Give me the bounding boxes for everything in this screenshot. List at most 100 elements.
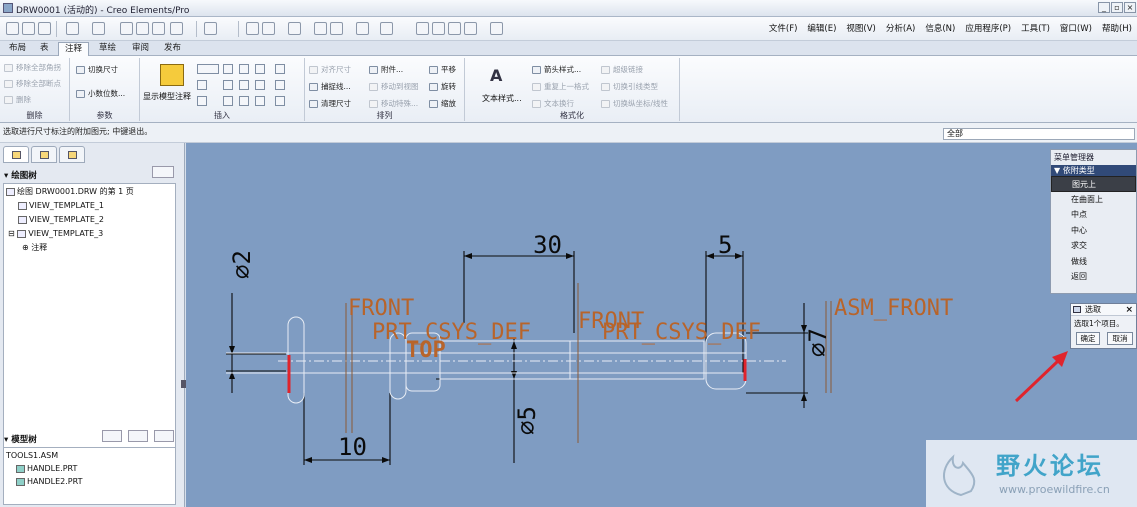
ordinate-icon[interactable]: [239, 64, 249, 74]
ok-button[interactable]: 确定: [1076, 332, 1100, 345]
dim-5[interactable]: 5: [718, 231, 732, 259]
drawing-tree-settings-icon[interactable]: [152, 166, 174, 178]
refit-icon[interactable]: [314, 22, 327, 35]
attach-button[interactable]: 附件...: [369, 64, 403, 76]
toggle-dims-button[interactable]: 切换尺寸: [76, 64, 118, 76]
tab-table[interactable]: 表: [34, 42, 55, 56]
arrow-style-button[interactable]: 箭头样式...: [532, 64, 581, 76]
minimize-button[interactable]: _: [1098, 2, 1110, 13]
cleanup-dims-button[interactable]: 清理尺寸: [309, 98, 351, 110]
geometric-tol-icon[interactable]: [275, 80, 285, 90]
datum-asm-front[interactable]: ASM_FRONT: [834, 296, 953, 321]
text-wrap-button[interactable]: 文本换行: [532, 98, 574, 110]
tab-review[interactable]: 审阅: [126, 42, 155, 56]
paste-icon[interactable]: [152, 22, 165, 35]
sheet-icon[interactable]: [288, 22, 301, 35]
dim-dia-5[interactable]: ⌀5: [513, 406, 541, 435]
tab-layout[interactable]: 布局: [3, 42, 32, 56]
menu-info[interactable]: 信息(N): [920, 21, 960, 37]
tree-item-view3[interactable]: ⊟ VIEW_TEMPLATE_3: [8, 228, 103, 240]
text-style-icon[interactable]: A: [490, 66, 510, 85]
menu-item-midpoint[interactable]: 中点: [1051, 207, 1136, 223]
surface-finish-icon[interactable]: [255, 64, 265, 74]
tab-publish[interactable]: 发布: [158, 42, 187, 56]
dimension-icon[interactable]: [197, 64, 219, 74]
save-icon[interactable]: [38, 22, 51, 35]
dim-10[interactable]: 10: [338, 433, 367, 461]
datum-points-icon[interactable]: [448, 22, 461, 35]
attach-type-header[interactable]: ▼ 依附类型: [1051, 165, 1136, 176]
redo-icon[interactable]: [92, 22, 105, 35]
datum-prt-csys-def[interactable]: PRT_CSYS_DEF: [372, 320, 531, 345]
weld-icon[interactable]: [275, 96, 285, 106]
coordinate-icon[interactable]: [239, 96, 249, 106]
find-icon[interactable]: [246, 22, 259, 35]
symbol-icon[interactable]: [239, 80, 249, 90]
undo-icon[interactable]: [66, 22, 79, 35]
tab-model-tree[interactable]: [3, 146, 29, 163]
datum-top[interactable]: TOP: [406, 338, 446, 363]
hyperlink-button[interactable]: 超级链接: [601, 64, 643, 76]
reference-dim-icon[interactable]: [197, 80, 207, 90]
table-icon[interactable]: [223, 80, 233, 90]
show-model-annotations-button[interactable]: 显示模型注释: [143, 91, 191, 102]
pan-button[interactable]: 平移: [429, 64, 456, 76]
menu-edit[interactable]: 编辑(E): [802, 21, 841, 37]
select-box-icon[interactable]: [262, 22, 275, 35]
menu-item-on-entity[interactable]: 图元上: [1051, 176, 1136, 192]
menu-item-center[interactable]: 中心: [1051, 223, 1136, 239]
close-icon[interactable]: ×: [1125, 304, 1133, 316]
leader-icon[interactable]: [255, 96, 265, 106]
model-tree-settings-icon[interactable]: [154, 430, 174, 442]
tab-sketch[interactable]: 草绘: [93, 42, 122, 56]
datum-axes-icon[interactable]: [432, 22, 445, 35]
remove-all-breaks-button[interactable]: 移除全部断点: [4, 78, 61, 90]
toggle-leader-type-button[interactable]: 切换引线类型: [601, 81, 658, 93]
text-style-button[interactable]: 文本样式...: [482, 93, 522, 104]
datum-front[interactable]: FRONT: [348, 296, 414, 321]
model-tree-filter-icon[interactable]: [128, 430, 148, 442]
csys-icon[interactable]: [464, 22, 477, 35]
move-to-view-button[interactable]: 移动到视图: [369, 81, 419, 93]
copy-icon[interactable]: [136, 22, 149, 35]
rotate-button[interactable]: 旋转: [429, 81, 456, 93]
menu-window[interactable]: 窗口(W): [1055, 21, 1097, 37]
new-icon[interactable]: [6, 22, 19, 35]
model-tree-show-icon[interactable]: [102, 430, 122, 442]
move-special-button[interactable]: 移动特殊...: [369, 98, 418, 110]
menu-applications[interactable]: 应用程序(P): [960, 21, 1016, 37]
menu-analysis[interactable]: 分析(A): [881, 21, 920, 37]
repeat-format-button[interactable]: 重复上一格式: [532, 81, 589, 93]
menu-item-on-surface[interactable]: 在曲面上: [1051, 192, 1136, 208]
toggle-ordinate-linear-button[interactable]: 切换纵坐标/线性: [601, 98, 668, 110]
tree-item-annotations[interactable]: ⊕ 注释: [22, 242, 47, 254]
help-icon[interactable]: [490, 22, 503, 35]
datum-planes-icon[interactable]: [416, 22, 429, 35]
menu-help[interactable]: 帮助(H): [1097, 21, 1137, 37]
target-icon[interactable]: [223, 96, 233, 106]
model-tree-item[interactable]: HANDLE.PRT: [16, 463, 77, 475]
model-tree-item[interactable]: HANDLE2.PRT: [16, 476, 82, 488]
angular-icon[interactable]: [197, 96, 207, 106]
restore-button[interactable]: ▫: [1111, 2, 1123, 13]
datum-prt-csys-def-2[interactable]: PRT_CSYS_DEF: [602, 320, 761, 345]
menu-item-make-line[interactable]: 做线: [1051, 254, 1136, 270]
tab-folder-browser[interactable]: [31, 146, 57, 163]
menu-item-return[interactable]: 返回: [1051, 269, 1136, 285]
regenerate-icon[interactable]: [204, 22, 217, 35]
menu-view[interactable]: 视图(V): [841, 21, 880, 37]
tree-item-view1[interactable]: VIEW_TEMPLATE_1: [18, 200, 104, 212]
tree-item-view2[interactable]: VIEW_TEMPLATE_2: [18, 214, 104, 226]
datum-icon[interactable]: [275, 64, 285, 74]
delete-icon[interactable]: [170, 22, 183, 35]
menu-tools[interactable]: 工具(T): [1016, 21, 1055, 37]
align-dims-button[interactable]: 对齐尺寸: [309, 64, 351, 76]
dim-dia-7[interactable]: ⌀7: [804, 328, 832, 357]
dim-dia-2[interactable]: ⌀2: [228, 250, 256, 279]
open-icon[interactable]: [22, 22, 35, 35]
menu-item-intersect[interactable]: 求交: [1051, 238, 1136, 254]
selection-filter[interactable]: 全部: [943, 128, 1135, 140]
delete-button[interactable]: 删除: [4, 94, 31, 106]
remove-all-jogs-button[interactable]: 移除全部角拐: [4, 62, 61, 74]
model-tree-item[interactable]: TOOLS1.ASM: [6, 450, 58, 462]
